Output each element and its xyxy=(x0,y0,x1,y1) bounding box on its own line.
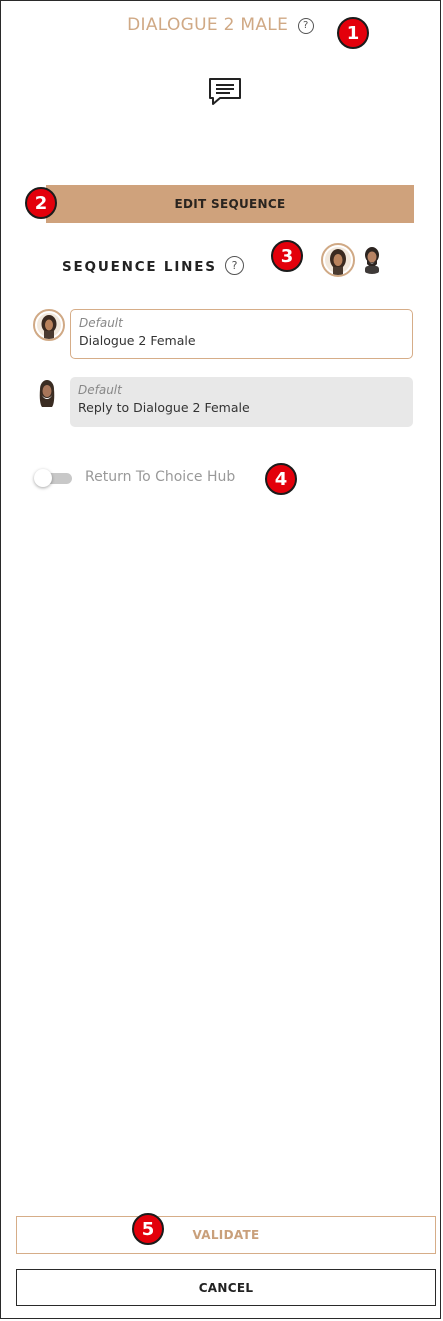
male-speaker-avatar[interactable] xyxy=(357,244,387,274)
sequence-line-1[interactable]: Default Dialogue 2 Female xyxy=(70,309,413,359)
marker-5: 5 xyxy=(132,1213,164,1245)
line-1-type: Default xyxy=(79,316,123,330)
validate-button[interactable]: VALIDATE xyxy=(16,1216,436,1254)
line-1-speaker-avatar xyxy=(33,309,65,341)
cancel-button[interactable]: CANCEL xyxy=(16,1269,436,1306)
dialogue-panel: DIALOGUE 2 MALE ? 1 EDIT SEQUENCE 2 SEQU… xyxy=(0,0,441,1319)
male-portrait-icon xyxy=(365,247,379,274)
line-2-speaker-avatar xyxy=(33,377,61,409)
edit-sequence-button[interactable]: EDIT SEQUENCE xyxy=(46,185,414,223)
speech-bubble-icon xyxy=(209,78,241,105)
marker-3: 3 xyxy=(271,240,303,272)
female-speaker-avatar[interactable] xyxy=(321,243,355,277)
line-2-text: Reply to Dialogue 2 Female xyxy=(78,400,250,415)
line-1-text: Dialogue 2 Female xyxy=(79,333,196,348)
title-text: DIALOGUE 2 MALE xyxy=(127,15,289,35)
return-to-choice-hub-toggle[interactable] xyxy=(32,467,74,489)
female-portrait-icon xyxy=(325,247,351,275)
male-portrait-icon xyxy=(39,380,55,407)
sequence-help-icon[interactable]: ? xyxy=(225,256,244,275)
sequence-lines-title: SEQUENCE LINES xyxy=(62,259,217,275)
toggle-knob xyxy=(34,469,52,487)
sequence-line-2[interactable]: Default Reply to Dialogue 2 Female xyxy=(70,377,413,427)
title-help-icon[interactable]: ? xyxy=(297,18,314,34)
marker-2: 2 xyxy=(25,187,57,219)
marker-1: 1 xyxy=(337,17,369,49)
line-2-type: Default xyxy=(78,383,122,397)
marker-4: 4 xyxy=(265,463,297,495)
female-portrait-icon xyxy=(37,313,61,339)
panel-title: DIALOGUE 2 MALE ? xyxy=(1,15,440,35)
return-to-choice-hub-label: Return To Choice Hub xyxy=(85,469,236,485)
